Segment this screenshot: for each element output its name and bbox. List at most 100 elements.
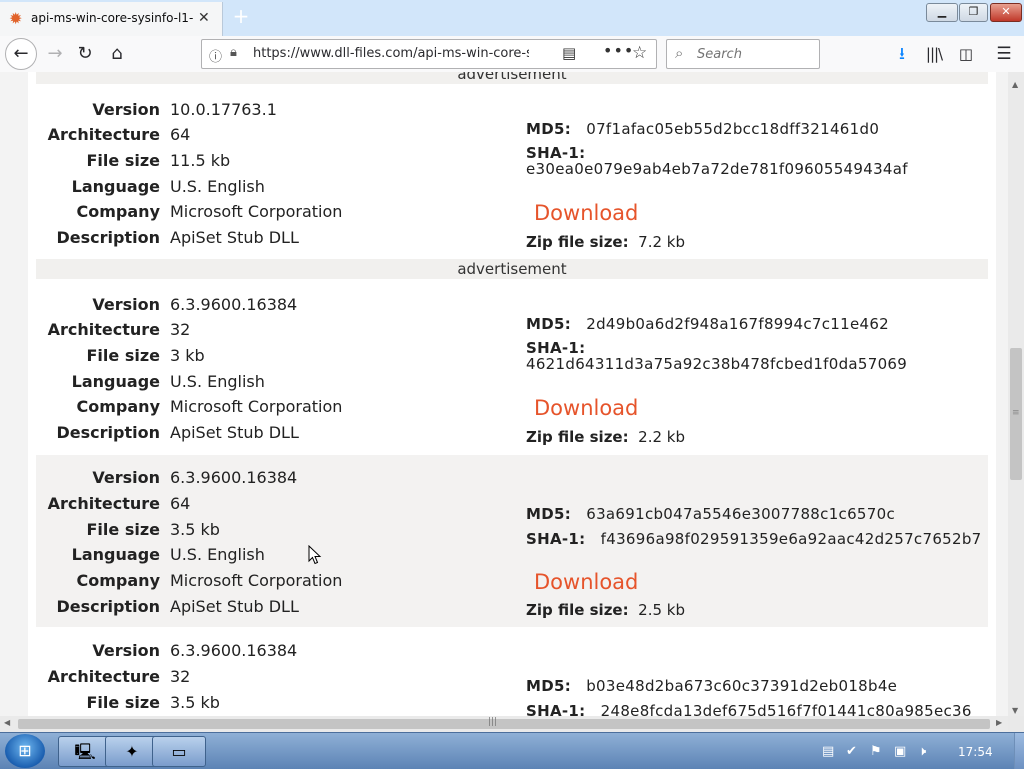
download-link[interactable]: Download xyxy=(534,570,638,594)
tray-security-icon[interactable]: ✔ xyxy=(846,744,857,759)
zip-size-value: 2.5 kb xyxy=(638,601,685,619)
scroll-right-icon[interactable]: ▶ xyxy=(996,718,1002,727)
close-icon[interactable]: ✕ xyxy=(198,10,210,26)
architecture-value: 64 xyxy=(170,494,191,513)
tray-volume-icon[interactable]: 🕨 xyxy=(918,744,926,759)
plus-icon[interactable]: + xyxy=(230,5,252,27)
library-icon[interactable]: |||\ xyxy=(921,41,947,67)
back-icon[interactable]: ← xyxy=(5,38,37,70)
search-placeholder: Search xyxy=(697,47,742,62)
zip-size-line: Zip file size: 2.2 kb xyxy=(526,428,685,446)
url-bar[interactable]: ⓘ 🔒︎ https://www.dll-files.com/api-ms-wi… xyxy=(201,39,657,69)
file-size-value: 3.5 kb xyxy=(170,520,220,539)
show-desktop-button[interactable] xyxy=(1014,733,1024,769)
search-input[interactable]: ⌕ Search xyxy=(666,39,820,69)
dll-version-row: Version 10.0.17763.1 Architecture 64 Fil… xyxy=(36,98,988,252)
minimize-button[interactable]: ▁ xyxy=(926,3,958,22)
md5-label: MD5: xyxy=(526,505,572,523)
md5-value: 07f1afac05eb55d2bcc18dff321461d0 xyxy=(586,120,880,138)
sidebar-icon[interactable]: ◫ xyxy=(953,41,979,67)
sha1-line: SHA-1: f43696a98f029591359e6a92aac42d257… xyxy=(526,530,982,548)
maximize-button[interactable]: ❐ xyxy=(959,3,988,22)
tray-flag-icon[interactable]: ⚑ xyxy=(870,744,882,759)
more-icon[interactable]: ••• xyxy=(603,41,634,60)
version-label: Version xyxy=(92,100,160,119)
grip-icon: ≡ xyxy=(1012,408,1020,418)
info-icon[interactable]: ⓘ xyxy=(209,46,222,65)
forward-icon[interactable]: → xyxy=(42,41,68,67)
description-label: Description xyxy=(56,228,160,247)
md5-line: MD5: b03e48d2ba673c60c37391d2eb018b4e xyxy=(526,677,897,695)
file-size-label: File size xyxy=(86,693,161,712)
version-label: Version xyxy=(92,468,160,487)
architecture-label: Architecture xyxy=(47,667,160,686)
advertisement-bar: advertisement xyxy=(36,259,988,279)
zip-size-label: Zip file size: xyxy=(526,601,629,619)
reload-icon[interactable]: ↻ xyxy=(72,41,98,67)
scroll-left-icon[interactable]: ◀ xyxy=(4,718,10,727)
version-label: Version xyxy=(92,641,160,660)
sha1-label: SHA-1: xyxy=(526,702,586,716)
company-label: Company xyxy=(76,397,160,416)
company-value: Microsoft Corporation xyxy=(170,397,343,416)
explorer-icon[interactable]: 🖳 xyxy=(58,736,112,767)
sha1-value: 248e8fcda13def675d516f7f01441c80a985ec36 xyxy=(600,702,972,716)
md5-label: MD5: xyxy=(526,677,572,695)
zip-size-label: Zip file size: xyxy=(526,428,629,446)
company-label: Company xyxy=(76,202,160,221)
sha1-value: 4621d64311d3a75a92c38b478fcbed1f0da57069 xyxy=(526,355,908,373)
file-size-label: File size xyxy=(86,520,161,539)
tray-doc-icon[interactable]: ▤ xyxy=(822,744,834,759)
md5-line: MD5: 07f1afac05eb55d2bcc18dff321461d0 xyxy=(526,120,879,138)
scroll-down-icon[interactable]: ▼ xyxy=(1012,706,1018,715)
page-viewport: advertisement Version 10.0.17763.1 Archi… xyxy=(0,72,1008,716)
company-value: Microsoft Corporation xyxy=(170,202,343,221)
md5-line: MD5: 63a691cb047a5546e3007788c1c6570c xyxy=(526,505,895,523)
clock[interactable]: 17:54 xyxy=(958,745,993,759)
company-label: Company xyxy=(76,571,160,590)
architecture-label: Architecture xyxy=(47,125,160,144)
sha1-value: e30ea0e079e9ab4eb7a72de781f09605549434af xyxy=(526,160,908,178)
download-link[interactable]: Download xyxy=(534,201,638,225)
tab-title: api-ms-win-core-sysinfo-l1-2-1 xyxy=(31,11,193,25)
md5-label: MD5: xyxy=(526,120,572,138)
architecture-label: Architecture xyxy=(47,494,160,513)
lock-icon[interactable]: 🔒︎ xyxy=(230,45,237,60)
company-value: Microsoft Corporation xyxy=(170,571,343,590)
download-link[interactable]: Download xyxy=(534,396,638,420)
home-icon[interactable]: ⌂ xyxy=(104,41,130,67)
reader-icon[interactable]: ▤ xyxy=(562,44,576,62)
language-value: U.S. English xyxy=(170,177,265,196)
architecture-value: 64 xyxy=(170,125,191,144)
language-value: U.S. English xyxy=(170,545,265,564)
content-card: advertisement Version 10.0.17763.1 Archi… xyxy=(28,72,996,716)
url-text[interactable]: https://www.dll-files.com/api-ms-win-cor… xyxy=(253,46,529,61)
window-close-button[interactable]: ✕ xyxy=(990,3,1022,22)
zip-size-line: Zip file size: 7.2 kb xyxy=(526,233,685,251)
md5-label: MD5: xyxy=(526,315,572,333)
taskbar: ⊞ 🖳 ✦ ▭ ▤ ✔ ⚑ ▣ 🕨 17:54 xyxy=(0,732,1024,769)
scroll-up-icon[interactable]: ▲ xyxy=(1012,80,1018,89)
start-icon[interactable]: ⊞ xyxy=(5,734,45,768)
app-icon[interactable]: ✦ xyxy=(105,736,159,767)
horizontal-scroll-thumb[interactable] xyxy=(18,719,990,729)
description-value: ApiSet Stub DLL xyxy=(170,423,299,442)
advertisement-bar: advertisement xyxy=(36,72,988,84)
language-label: Language xyxy=(71,177,160,196)
language-label: Language xyxy=(71,372,160,391)
sha1-label: SHA-1: xyxy=(526,530,586,548)
menu-icon[interactable]: ☰ xyxy=(991,41,1017,67)
md5-line: MD5: 2d49b0a6d2f948a167f8994c7c11e462 xyxy=(526,315,889,333)
file-size-label: File size xyxy=(86,151,161,170)
tray-network-icon[interactable]: ▣ xyxy=(894,744,906,759)
star-icon[interactable]: ☆ xyxy=(632,43,647,63)
md5-value: b03e48d2ba673c60c37391d2eb018b4e xyxy=(586,677,898,695)
download-icon[interactable]: ⭳ xyxy=(889,41,915,67)
active-tab[interactable]: ✹ api-ms-win-core-sysinfo-l1-2-1 ✕ xyxy=(0,2,223,36)
version-value: 10.0.17763.1 xyxy=(170,100,277,119)
zip-size-label: Zip file size: xyxy=(526,233,629,251)
folder-icon[interactable]: ▭ xyxy=(152,736,206,767)
sha1-line: SHA-1: 248e8fcda13def675d516f7f01441c80a… xyxy=(526,702,972,716)
version-label: Version xyxy=(92,295,160,314)
description-label: Description xyxy=(56,423,160,442)
